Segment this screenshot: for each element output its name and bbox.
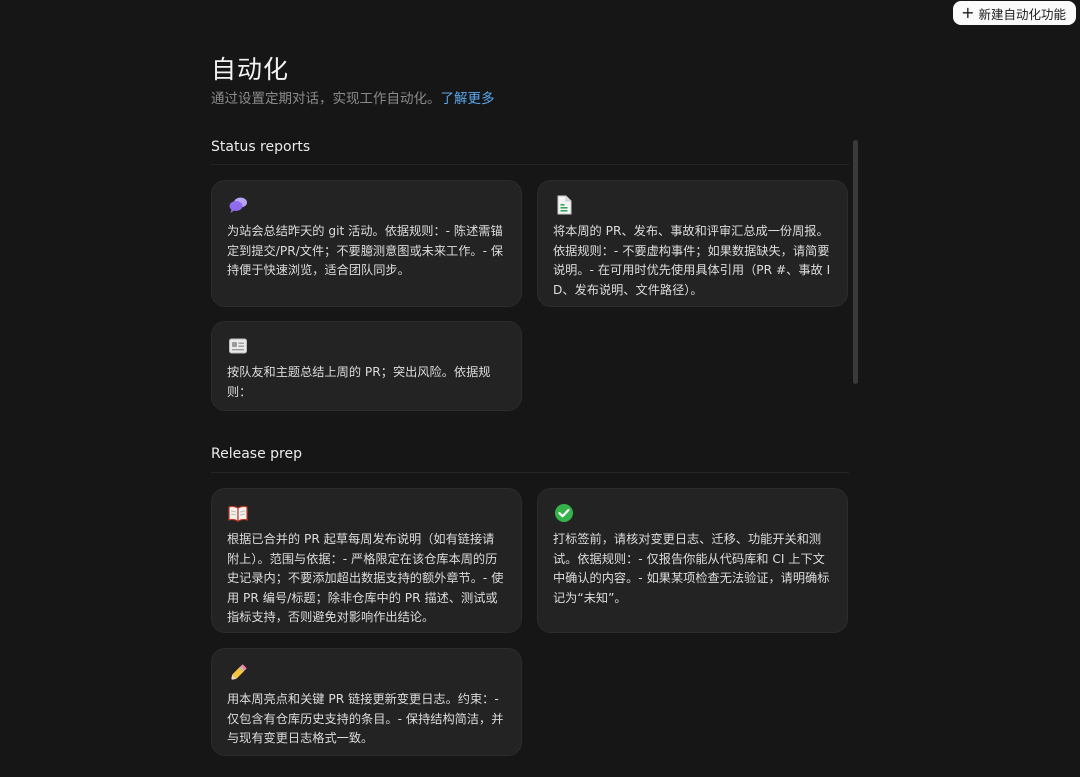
learn-more-link[interactable]: 了解更多 <box>441 91 495 107</box>
automation-card-pre-tag-check[interactable]: 打标签前，请核对变更日志、迁移、功能开关和测试。依据规则：- 仅报告你能从代码库… <box>537 488 848 633</box>
automation-card-pr-summary[interactable]: 按队友和主题总结上周的 PR；突出风险。依据规则： <box>211 321 522 411</box>
open-book-icon <box>227 502 249 524</box>
automation-card-changelog-update[interactable]: 用本周亮点和关键 PR 链接更新变更日志。约束：- 仅包含有仓库历史支持的条目。… <box>211 648 522 756</box>
document-icon <box>553 194 575 216</box>
page-subtitle: 通过设置定期对话，实现工作自动化。了解更多 <box>211 87 495 107</box>
section-title-status-reports: Status reports <box>211 139 311 155</box>
automation-card-release-notes[interactable]: 根据已合并的 PR 起草每周发布说明（如有链接请附上）。范围与依据：- 严格限定… <box>211 488 522 633</box>
section-divider <box>211 472 849 473</box>
automation-card-description: 打标签前，请核对变更日志、迁移、功能开关和测试。依据规则：- 仅报告你能从代码库… <box>553 532 830 605</box>
speech-bubbles-icon <box>227 194 249 216</box>
check-mark-icon <box>553 502 575 524</box>
new-automation-button[interactable]: + 新建自动化功能 <box>953 1 1076 25</box>
automation-card-weekly-report[interactable]: 将本周的 PR、发布、事故和评审汇总成一份周报。依据规则：- 不要虚构事件；如果… <box>537 180 848 307</box>
automation-card-description: 用本周亮点和关键 PR 链接更新变更日志。约束：- 仅包含有仓库历史支持的条目。… <box>227 692 504 745</box>
scrollbar-thumb[interactable] <box>853 140 858 384</box>
automation-card-description: 根据已合并的 PR 起草每周发布说明（如有链接请附上）。范围与依据：- 严格限定… <box>227 532 504 624</box>
id-card-icon <box>227 335 249 357</box>
page-title: 自动化 <box>211 55 290 84</box>
automations-page: + 新建自动化功能 自动化 通过设置定期对话，实现工作自动化。了解更多 Stat… <box>0 0 1080 777</box>
new-automation-label: 新建自动化功能 <box>978 6 1066 22</box>
automation-card-description: 按队友和主题总结上周的 PR；突出风险。依据规则： <box>227 365 491 399</box>
automation-card-standup-summary[interactable]: 为站会总结昨天的 git 活动。依据规则：- 陈述需锚定到提交/PR/文件；不要… <box>211 180 522 307</box>
section-title-release-prep: Release prep <box>211 446 302 462</box>
automation-card-description: 为站会总结昨天的 git 活动。依据规则：- 陈述需锚定到提交/PR/文件；不要… <box>227 224 504 277</box>
plus-icon: + <box>961 2 975 22</box>
subtitle-text: 通过设置定期对话，实现工作自动化。 <box>211 91 441 107</box>
automation-card-description: 将本周的 PR、发布、事故和评审汇总成一份周报。依据规则：- 不要虚构事件；如果… <box>553 224 831 297</box>
section-divider <box>211 164 849 165</box>
pencil-icon <box>227 662 249 684</box>
